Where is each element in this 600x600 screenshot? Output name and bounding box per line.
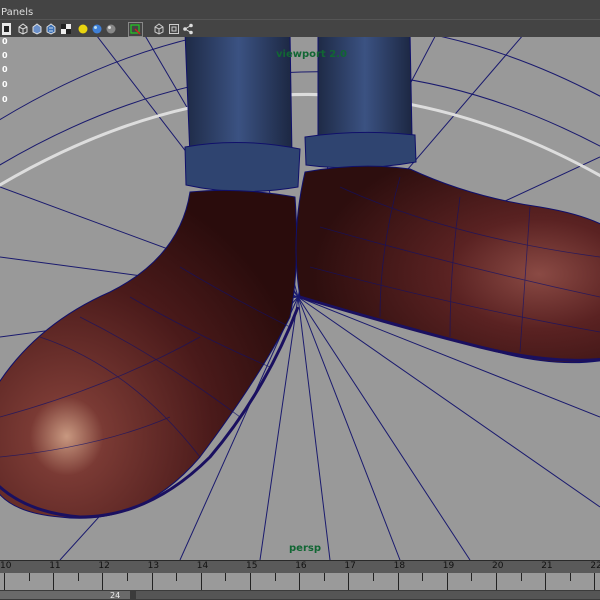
menu-panels[interactable]: Panels (0, 7, 33, 19)
timeline-tick (200, 573, 202, 591)
timeline-tick (446, 573, 448, 591)
timeline-tick (594, 573, 596, 591)
timeline-tick (53, 573, 55, 591)
timeline-tick-label: 11 (49, 561, 61, 571)
timeline-tick (348, 573, 350, 591)
share-icon[interactable] (181, 22, 194, 35)
isolate-select-icon[interactable] (128, 22, 143, 37)
timeline-tick-label: 21 (541, 561, 553, 571)
timeline-minor-tick (323, 573, 325, 581)
panel-menu-bar: Panels (0, 7, 600, 19)
hud-value: 0 (2, 80, 8, 89)
range-end-value: 24 (110, 591, 121, 600)
timeline-tick-label: 18 (393, 561, 406, 571)
timeline-tick (102, 573, 104, 591)
hud-value: 0 (2, 51, 8, 60)
timeline-tick (299, 573, 301, 591)
timeline-minor-tick (520, 573, 522, 581)
timeline-tick-label: 17 (344, 561, 356, 571)
timeline-tick-label: 16 (295, 561, 307, 571)
scene-render (0, 37, 600, 560)
3d-viewport[interactable]: 0 0 0 0 0 viewport 2.0 persp (0, 37, 600, 560)
timeline-tick (496, 573, 497, 591)
hud-value: 0 (2, 95, 8, 104)
wireframe-cube-icon[interactable] (16, 22, 29, 35)
smooth-shade-icon[interactable] (30, 22, 43, 35)
viewport-renderer-label: viewport 2.0 (276, 49, 347, 60)
timeline-minor-tick (77, 573, 79, 581)
timeline-tick-label: 20 (492, 561, 504, 571)
component-mode-icon[interactable] (167, 22, 180, 35)
timeline-tick-label: 12 (98, 561, 110, 571)
hud-value: 0 (2, 65, 8, 74)
timeline-minor-tick (569, 573, 571, 581)
hud-value: 0 (2, 37, 8, 46)
timeline-minor-tick (225, 573, 227, 581)
timeline-tick (250, 573, 251, 591)
timeline-minor-tick (471, 573, 473, 581)
timeline-tick (151, 573, 153, 591)
lights-icon[interactable] (76, 22, 89, 35)
timeline-tick-label: 22 (590, 561, 600, 571)
shadows-icon[interactable] (90, 22, 103, 35)
timeline-minor-tick (28, 573, 30, 581)
time-slider[interactable]: 10 11 12 13 14 15 16 17 18 19 20 21 22 (0, 560, 600, 591)
timeline-minor-tick (373, 573, 374, 581)
timeline-minor-tick (274, 573, 276, 581)
timeline-tick (397, 573, 399, 591)
xray-cube-icon[interactable] (152, 22, 165, 35)
timeline-tick-label: 15 (246, 561, 258, 571)
textured-icon[interactable] (44, 22, 57, 35)
ambient-occlusion-icon[interactable] (104, 22, 117, 35)
timeline-tick-label: 14 (196, 561, 209, 571)
timeline-minor-tick (176, 573, 178, 581)
range-slider-handle[interactable] (136, 591, 600, 599)
timeline-tick-label: 13 (147, 561, 160, 571)
timeline-tick-label: 19 (442, 561, 455, 571)
timeline-minor-tick (127, 573, 128, 581)
timeline-tick-label: 10 (0, 561, 12, 571)
timeline-minor-tick (422, 573, 424, 581)
camera-name-label: persp (289, 543, 321, 554)
select-camera-icon[interactable] (0, 22, 13, 35)
range-slider[interactable]: 24 (0, 590, 600, 600)
checker-icon[interactable] (59, 22, 72, 35)
panel-toolbar (0, 19, 600, 38)
timeline-tick (4, 573, 5, 591)
timeline-tick (545, 573, 547, 591)
